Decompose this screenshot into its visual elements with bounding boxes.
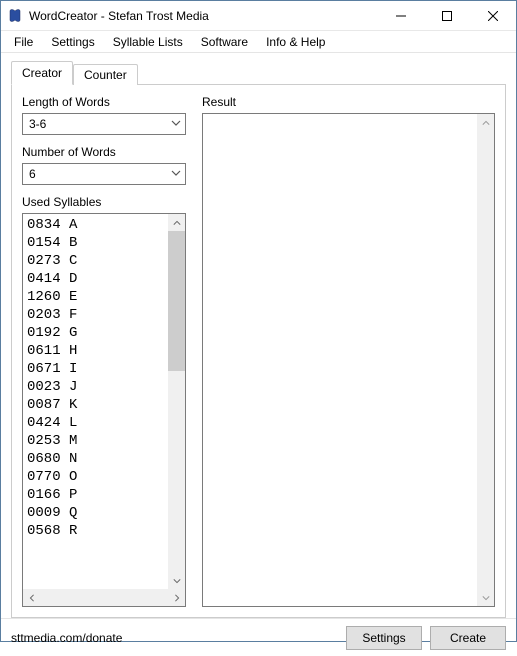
create-button[interactable]: Create <box>430 626 506 650</box>
scroll-thumb[interactable] <box>168 231 185 371</box>
scroll-up-button[interactable] <box>168 214 185 231</box>
vertical-scrollbar[interactable] <box>477 114 494 606</box>
scroll-down-button[interactable] <box>168 572 185 589</box>
syllables-rows: 0834 A 0154 B 0273 C 0414 D 1260 E 0203 … <box>23 214 168 589</box>
count-label: Number of Words <box>22 145 186 159</box>
count-value: 6 <box>29 167 36 181</box>
settings-button[interactable]: Settings <box>346 626 422 650</box>
titlebar: WordCreator - Stefan Trost Media <box>1 1 516 31</box>
content: Creator Counter Length of Words 3-6 Numb… <box>1 53 516 618</box>
tab-creator[interactable]: Creator <box>11 61 73 85</box>
menu-info-help[interactable]: Info & Help <box>257 33 334 51</box>
app-icon <box>7 8 23 24</box>
window-title: WordCreator - Stefan Trost Media <box>29 9 378 23</box>
menu-settings[interactable]: Settings <box>42 33 103 51</box>
right-column: Result <box>202 95 495 607</box>
result-label: Result <box>202 95 495 109</box>
scroll-up-button[interactable] <box>477 114 494 131</box>
window-controls <box>378 1 516 30</box>
length-label: Length of Words <box>22 95 186 109</box>
menu-syllable-lists[interactable]: Syllable Lists <box>104 33 192 51</box>
syllables-label: Used Syllables <box>22 195 186 209</box>
vertical-scrollbar[interactable] <box>168 214 185 589</box>
length-value: 3-6 <box>29 117 46 131</box>
left-column: Length of Words 3-6 Number of Words 6 Us… <box>22 95 186 607</box>
menubar: File Settings Syllable Lists Software In… <box>1 31 516 53</box>
tab-panel-creator: Length of Words 3-6 Number of Words 6 Us… <box>11 84 506 618</box>
close-button[interactable] <box>470 1 516 30</box>
donate-link[interactable]: sttmedia.com/donate <box>11 631 338 645</box>
scroll-down-button[interactable] <box>477 589 494 606</box>
menu-software[interactable]: Software <box>192 33 257 51</box>
footer: sttmedia.com/donate Settings Create <box>1 618 516 656</box>
tabstrip: Creator Counter <box>11 61 506 85</box>
count-combo[interactable]: 6 <box>22 163 186 185</box>
horizontal-scrollbar[interactable] <box>23 589 185 606</box>
syllables-listbox[interactable]: 0834 A 0154 B 0273 C 0414 D 1260 E 0203 … <box>22 213 186 607</box>
scroll-right-button[interactable] <box>168 589 185 606</box>
tab-counter[interactable]: Counter <box>73 64 138 85</box>
length-combo[interactable]: 3-6 <box>22 113 186 135</box>
menu-file[interactable]: File <box>5 33 42 51</box>
chevron-down-icon <box>171 167 181 181</box>
maximize-button[interactable] <box>424 1 470 30</box>
scroll-left-button[interactable] <box>23 589 40 606</box>
result-text <box>203 114 477 606</box>
chevron-down-icon <box>171 117 181 131</box>
result-textbox[interactable] <box>202 113 495 607</box>
minimize-button[interactable] <box>378 1 424 30</box>
